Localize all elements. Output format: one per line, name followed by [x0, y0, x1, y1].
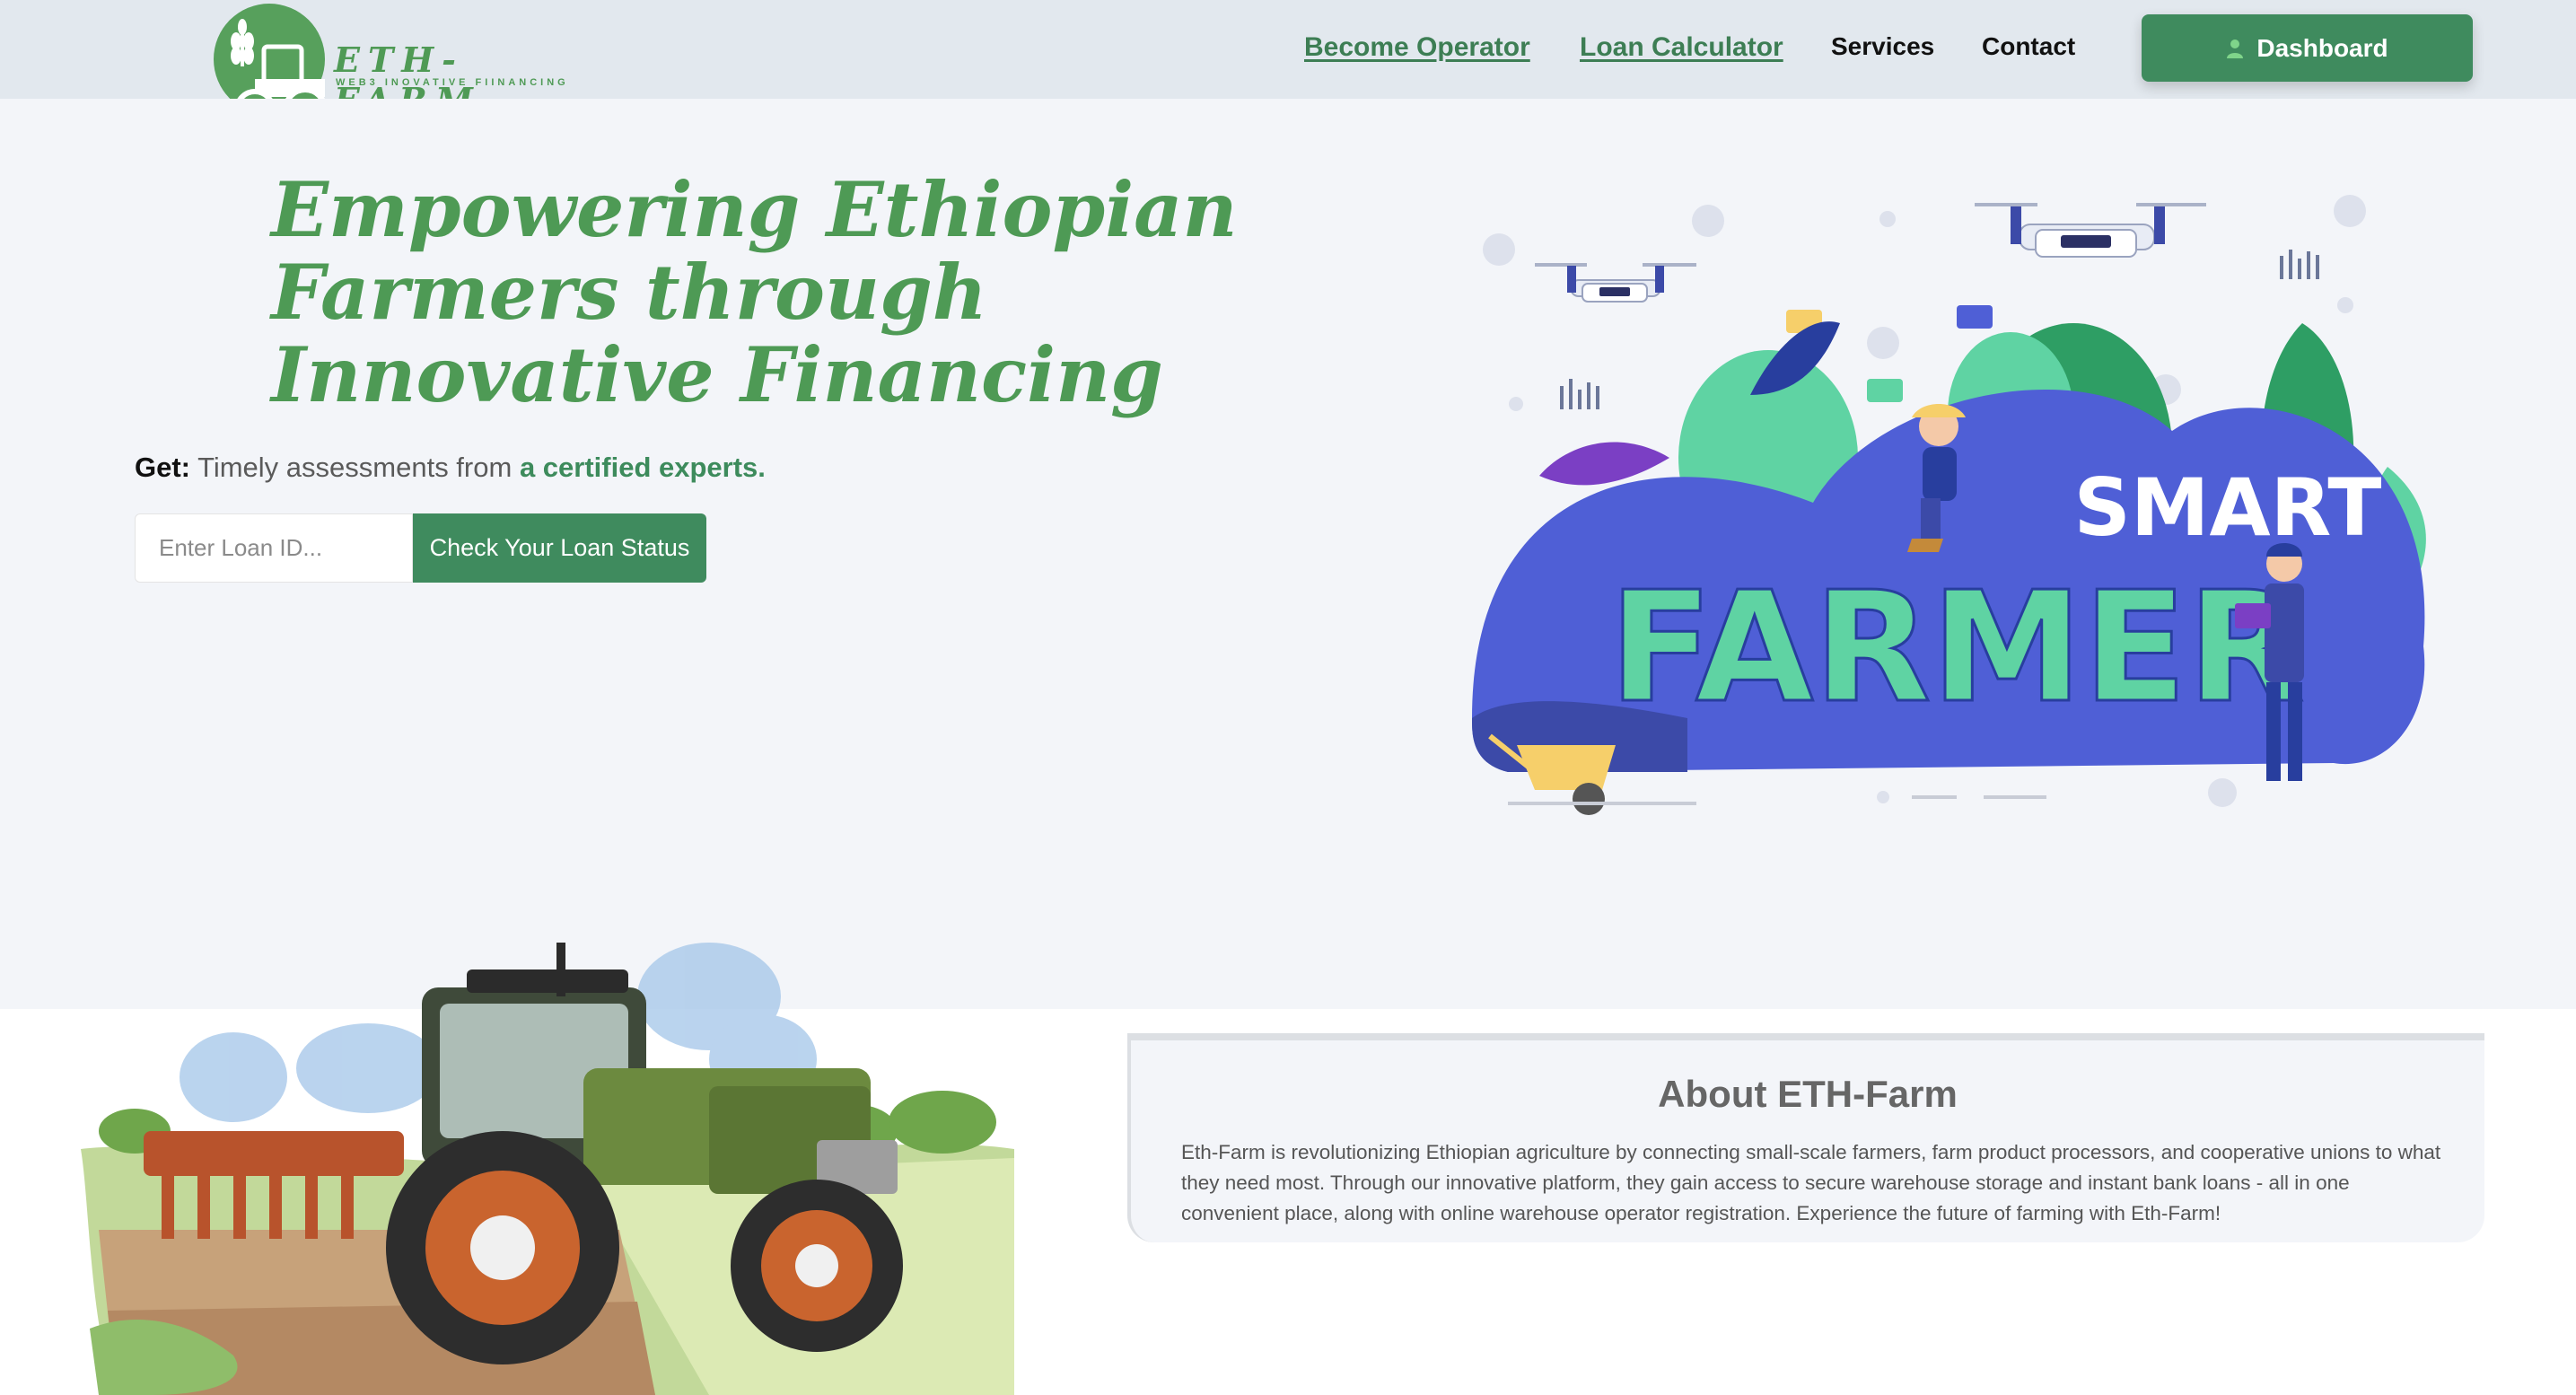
loan-id-input[interactable]	[135, 513, 413, 583]
bar-chart-decoration	[1560, 250, 2319, 409]
hero-headline: Empowering Ethiopian Farmers through Inn…	[271, 165, 1238, 419]
hero-section: Empowering Ethiopian Farmers through Inn…	[0, 99, 2576, 1009]
dashboard-label: Dashboard	[2256, 33, 2388, 62]
nav-loan-calculator[interactable]: Loan Calculator	[1580, 32, 1783, 63]
get-text: Timely assessments from	[197, 452, 513, 483]
smart-text: SMART	[2074, 461, 2382, 554]
hero-subtitle: Get: Timely assessments from a certified…	[135, 452, 766, 484]
nav-contact[interactable]: Contact	[1982, 32, 2075, 61]
brand-tagline: WEB3 INOVATIVE FIINANCING	[336, 77, 569, 88]
check-loan-status-button[interactable]: Check Your Loan Status	[413, 513, 706, 583]
certified-experts-link: a certified experts.	[519, 452, 766, 483]
about-title: About ETH-Farm	[1658, 1073, 1958, 1115]
navbar: ETH-FARM WEB3 INOVATIVE FIINANCING Becom…	[0, 0, 2576, 131]
dashboard-button[interactable]: Dashboard	[2142, 14, 2473, 82]
tractor-illustration	[81, 943, 1014, 1395]
about-card: About ETH-Farm Eth-Farm is revolutionizi…	[1127, 1033, 2484, 1242]
drone-icon	[1975, 203, 2206, 258]
drone-icon	[1535, 263, 1696, 303]
get-label: Get:	[135, 452, 190, 483]
smart-farmer-illustration: SMART FARMER	[1472, 195, 2426, 815]
nav-services[interactable]: Services	[1831, 32, 1934, 61]
nav-become-operator[interactable]: Become Operator	[1304, 32, 1530, 63]
user-icon	[2227, 39, 2244, 58]
about-description: Eth-Farm is revolutionizing Ethiopian ag…	[1181, 1141, 2441, 1224]
farmer-text: FARMER	[1608, 559, 2304, 737]
